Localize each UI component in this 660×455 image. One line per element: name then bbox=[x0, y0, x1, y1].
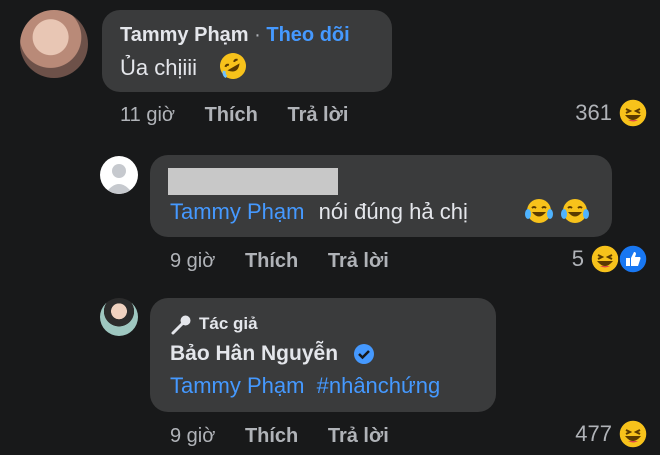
reaction-count[interactable]: 361 bbox=[560, 100, 612, 126]
reply-button[interactable]: Trả lời bbox=[287, 104, 348, 126]
reply-button[interactable]: Trả lời bbox=[328, 425, 389, 447]
avatar-tammy-pham[interactable] bbox=[20, 10, 88, 78]
comment-author[interactable]: Bảo Hân Nguyễn bbox=[170, 342, 338, 366]
follow-button[interactable]: Theo dõi bbox=[266, 24, 349, 46]
tears-of-joy-emoji bbox=[525, 199, 553, 223]
comment-text: Tammy Phạm nói đúng hả chị bbox=[170, 199, 468, 224]
like-button[interactable]: Thích bbox=[245, 250, 298, 272]
avatar-placeholder[interactable] bbox=[100, 156, 138, 194]
like-reaction-icon[interactable] bbox=[618, 244, 648, 274]
haha-reaction-icon[interactable] bbox=[618, 419, 648, 449]
haha-reaction-icon[interactable] bbox=[618, 98, 648, 128]
verified-badge-icon bbox=[354, 344, 374, 364]
timestamp[interactable]: 9 giờ bbox=[170, 250, 215, 272]
haha-reaction-icon[interactable] bbox=[590, 244, 620, 274]
reaction-count[interactable]: 477 bbox=[560, 421, 612, 447]
comment-text: Tammy Phạm #nhânchứng bbox=[170, 373, 440, 399]
comment-text: Ủa chịiii bbox=[120, 55, 198, 80]
timestamp[interactable]: 11 giờ bbox=[120, 104, 175, 126]
reaction-count[interactable]: 5 bbox=[550, 246, 584, 272]
avatar-bao-han-nguyen[interactable] bbox=[100, 298, 138, 336]
like-button[interactable]: Thích bbox=[245, 425, 298, 447]
redacted-author-name bbox=[168, 168, 338, 195]
separator-dot: · bbox=[254, 24, 261, 46]
tears-of-joy-emoji bbox=[561, 199, 589, 223]
timestamp[interactable]: 9 giờ bbox=[170, 425, 215, 447]
like-button[interactable]: Thích bbox=[205, 104, 258, 126]
default-avatar-icon bbox=[105, 164, 133, 194]
comment-author[interactable]: Tammy Phạm · Theo dõi bbox=[120, 24, 350, 47]
mention-link[interactable]: Tammy Phạm bbox=[170, 373, 304, 398]
hashtag-link[interactable]: #nhânchứng bbox=[317, 373, 441, 398]
microphone-icon bbox=[171, 315, 191, 335]
rolling-laugh-emoji bbox=[220, 53, 246, 79]
comment-meta: 11 giờ Thích Trả lời bbox=[120, 104, 348, 127]
comment-meta: 9 giờ Thích Trả lời bbox=[170, 425, 389, 448]
author-badge: Tác giả bbox=[199, 314, 258, 333]
reply-button[interactable]: Trả lời bbox=[328, 250, 389, 272]
mention-link[interactable]: Tammy Phạm bbox=[170, 199, 304, 224]
comment-meta: 9 giờ Thích Trả lời bbox=[170, 250, 389, 273]
